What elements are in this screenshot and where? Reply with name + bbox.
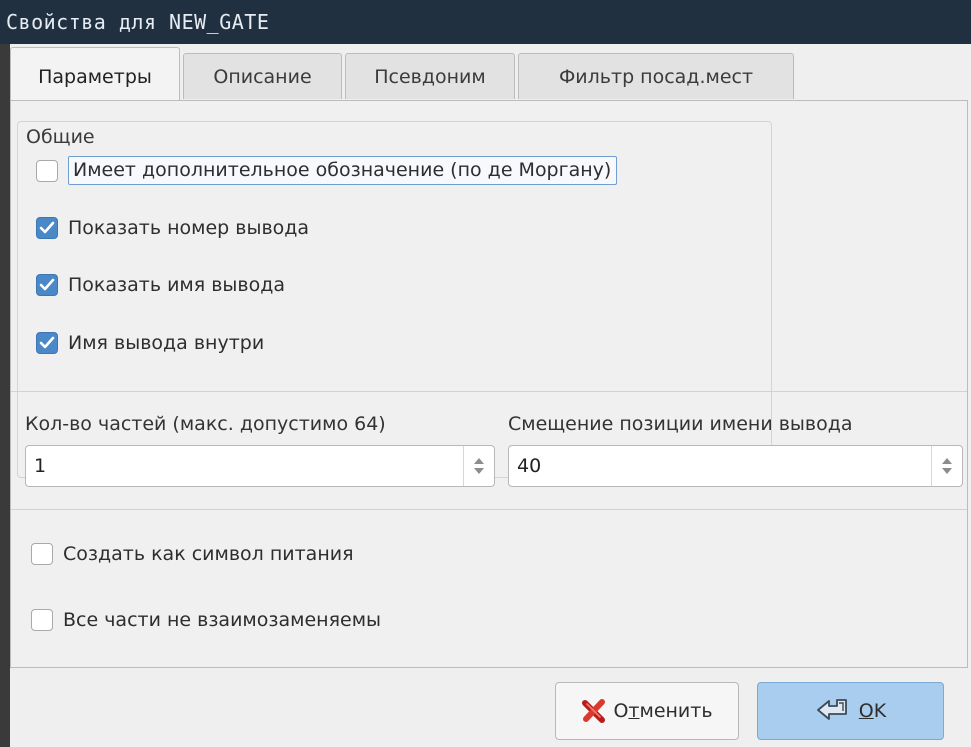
option-show-pin-number[interactable]: Показать номер вывода xyxy=(36,217,309,239)
option-pin-name-inside[interactable]: Имя вывода внутри xyxy=(36,332,264,354)
parameters-panel: Общие Имеет дополнительное обозначение (… xyxy=(10,100,968,668)
general-group-title: Общие xyxy=(24,126,97,148)
show-pin-name-label: Показать имя вывода xyxy=(68,274,286,296)
window-title: Свойства для NEW_GATE xyxy=(6,10,270,34)
show-pin-number-checkbox[interactable] xyxy=(36,217,58,239)
arrow-up-icon[interactable] xyxy=(942,458,952,464)
show-pin-number-label: Показать номер вывода xyxy=(68,217,310,239)
parts-count-spinbox[interactable]: 1 xyxy=(25,445,495,487)
separator xyxy=(11,509,967,510)
tab-description[interactable]: Описание xyxy=(183,53,342,99)
window-frame xyxy=(0,44,10,747)
pin-name-offset-label: Смещение позиции имени вывода xyxy=(508,413,853,435)
checkmark-icon xyxy=(39,221,55,234)
option-de-morgan[interactable]: Имеет дополнительное обозначение (по де … xyxy=(36,156,618,185)
tab-footprint-filter[interactable]: Фильтр посад.мест xyxy=(518,53,794,99)
pin-name-inside-checkbox[interactable] xyxy=(36,332,58,354)
power-symbol-label: Создать как символ питания xyxy=(63,543,354,565)
arrow-up-icon[interactable] xyxy=(474,458,484,464)
arrow-down-icon[interactable] xyxy=(474,468,484,474)
power-symbol-checkbox[interactable] xyxy=(31,543,53,565)
parts-not-interchangeable-checkbox[interactable] xyxy=(31,609,53,631)
title-bar: Свойства для NEW_GATE xyxy=(0,0,971,44)
parts-count-label: Кол-во частей (макс. допустимо 64) xyxy=(25,413,386,435)
cancel-button-label: Отменить xyxy=(613,700,713,722)
option-parts-not-interchangeable[interactable]: Все части не взаимозаменяемы xyxy=(31,609,381,631)
option-show-pin-name[interactable]: Показать имя вывода xyxy=(36,274,285,296)
pin-name-offset-value[interactable]: 40 xyxy=(517,455,541,477)
pin-name-offset-stepper[interactable] xyxy=(931,446,962,486)
ok-button[interactable]: OK xyxy=(757,682,944,740)
checkmark-icon xyxy=(39,278,55,291)
show-pin-name-checkbox[interactable] xyxy=(36,274,58,296)
pin-name-offset-spinbox[interactable]: 40 xyxy=(508,445,963,487)
pin-name-inside-label: Имя вывода внутри xyxy=(68,332,265,354)
arrow-down-icon[interactable] xyxy=(942,468,952,474)
parts-count-stepper[interactable] xyxy=(463,446,494,486)
tab-alias[interactable]: Псевдоним xyxy=(345,53,515,99)
red-x-icon xyxy=(582,699,606,723)
ok-button-label: OK xyxy=(858,700,887,722)
parts-count-value[interactable]: 1 xyxy=(34,455,46,477)
cancel-button[interactable]: Отменить xyxy=(555,682,739,740)
de-morgan-label: Имеет дополнительное обозначение (по де … xyxy=(68,156,618,185)
option-power-symbol[interactable]: Создать как символ питания xyxy=(31,543,354,565)
enter-arrow-icon xyxy=(816,699,847,720)
checkmark-icon xyxy=(39,336,55,349)
de-morgan-checkbox[interactable] xyxy=(36,159,58,182)
separator xyxy=(11,391,967,392)
tab-parameters[interactable]: Параметры xyxy=(10,47,180,101)
parts-not-interchangeable-label: Все части не взаимозаменяемы xyxy=(63,609,382,631)
